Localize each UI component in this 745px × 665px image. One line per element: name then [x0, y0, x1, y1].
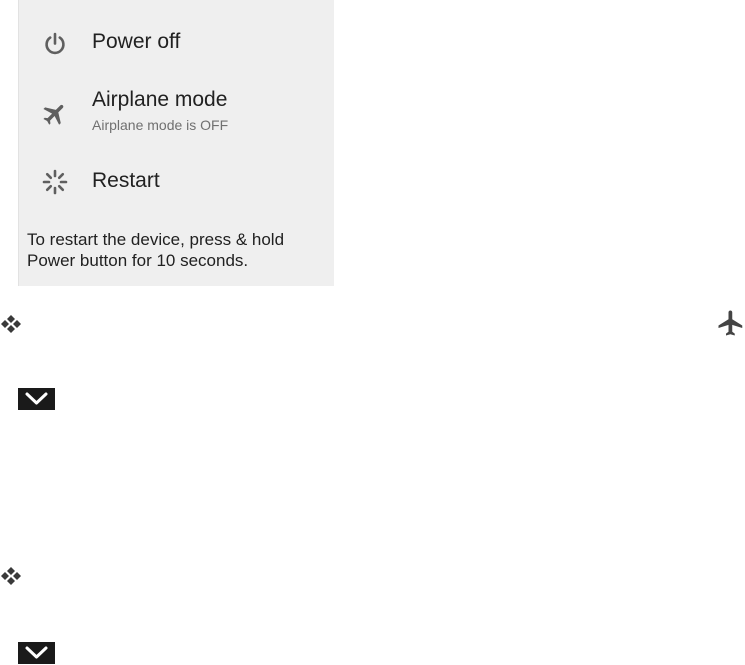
airplane-icon: [716, 306, 745, 340]
restart-item[interactable]: Restart: [19, 154, 335, 214]
power-off-item[interactable]: Power off: [19, 14, 335, 74]
airplane-icon: [41, 100, 69, 128]
airplane-mode-status: Airplane mode is OFF: [92, 117, 229, 133]
power-icon: [41, 30, 69, 58]
restart-icon: [41, 168, 69, 196]
restart-label: Restart: [92, 169, 160, 192]
diamond-bullet-icon: [0, 566, 22, 586]
power-menu-panel: Power off Airplane mode Airplane mode is…: [18, 0, 334, 286]
airplane-mode-label: Airplane mode: [92, 88, 228, 111]
diamond-bullet-icon: [0, 314, 22, 334]
airplane-mode-item[interactable]: Airplane mode Airplane mode is OFF: [19, 82, 335, 142]
chevron-down-icon[interactable]: [18, 642, 55, 664]
power-off-label: Power off: [92, 30, 181, 53]
restart-instructions: To restart the device, press & hold Powe…: [27, 230, 285, 270]
chevron-down-icon[interactable]: [18, 388, 55, 410]
